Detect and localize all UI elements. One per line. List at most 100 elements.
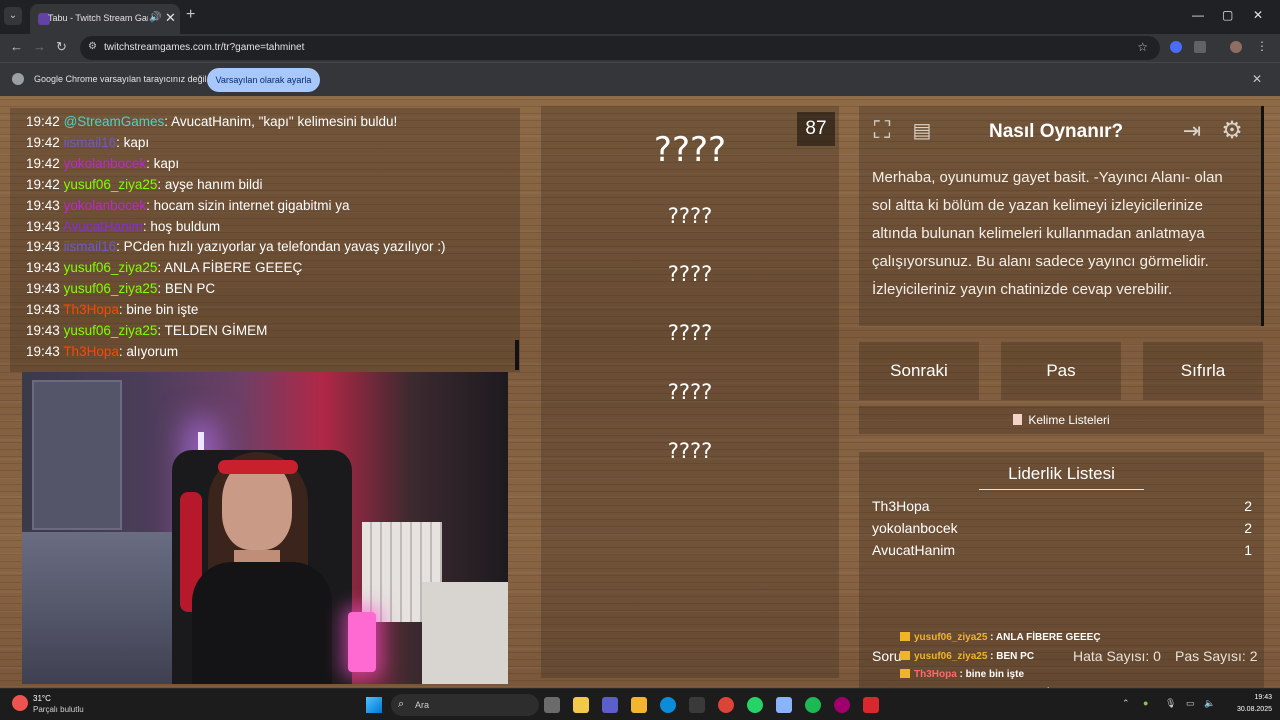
chat-message: 19:43 Th3Hopa: bine bin işte <box>26 302 198 317</box>
tray-chevron-icon[interactable]: ⌃ <box>1122 698 1130 709</box>
taboo-word: ???? <box>667 262 713 286</box>
app-icon[interactable] <box>863 697 879 713</box>
chat-username[interactable]: yusuf06_ziya25 <box>64 281 158 296</box>
chat-text: hoş buldum <box>150 218 221 234</box>
tab-search-button[interactable]: ⌄ <box>4 7 22 25</box>
clock-time[interactable]: 19:43 <box>1222 694 1272 701</box>
chat-time: 19:42 <box>26 114 60 129</box>
whatsapp-icon[interactable] <box>747 697 763 713</box>
chat-message: 19:42 yokolanbocek: kapı <box>26 156 179 171</box>
default-browser-infobar: Google Chrome varsayılan tarayıcınız değ… <box>0 62 1280 96</box>
chat-username[interactable]: yusuf06_ziya25 <box>64 177 158 192</box>
url-text[interactable]: twitchstreamgames.com.tr/tr?game=tahmine… <box>104 42 304 53</box>
chat-time: 19:43 <box>26 218 60 234</box>
tab-audio-icon[interactable]: 🔊 <box>149 12 161 23</box>
chat-separator: : <box>146 155 154 171</box>
chat-username[interactable]: Th3Hopa <box>63 344 119 359</box>
chat-time: 19:42 <box>26 176 60 192</box>
chat-text: kapı <box>123 134 150 150</box>
leaderboard-name: Th3Hopa <box>872 498 930 514</box>
copilot-icon[interactable] <box>573 697 589 713</box>
overlay-text: : bine bin işte <box>956 669 1025 680</box>
clock-date[interactable]: 30.08.2025 <box>1222 706 1272 713</box>
pass-button[interactable]: Pas <box>1001 342 1121 400</box>
address-bar[interactable]: ⚙ twitchstreamgames.com.tr/tr?game=tahmi… <box>80 36 1160 60</box>
weather-temp[interactable]: 31°C <box>33 694 51 703</box>
search-icon: ⌕ <box>398 698 405 710</box>
notes-icon[interactable]: ▤ <box>907 116 937 146</box>
chat-username[interactable]: @StreamGames <box>64 114 165 129</box>
taskbar-search[interactable]: ⌕ Ara <box>391 694 539 716</box>
chat-scrollbar[interactable] <box>515 340 519 370</box>
extension-icon[interactable] <box>1170 41 1182 53</box>
spotify-icon[interactable] <box>805 697 821 713</box>
chat-username[interactable]: Th3Hopa <box>63 302 119 317</box>
reset-button[interactable]: Sıfırla <box>1143 342 1263 400</box>
pass-count: Pas Sayısı: 2 <box>1175 648 1258 664</box>
profile-avatar[interactable] <box>1230 41 1242 53</box>
forward-button[interactable]: → <box>33 39 46 54</box>
new-tab-button[interactable]: + <box>186 6 195 24</box>
chat-message: 19:43 iismail16: PCden hızlı yazıyorlar … <box>26 239 446 254</box>
start-button[interactable] <box>366 697 382 713</box>
logout-icon[interactable]: ⇥ <box>1177 116 1207 146</box>
bookmark-star-icon[interactable]: ☆ <box>1137 40 1148 54</box>
chat-message: 19:43 Th3Hopa: alıyorum <box>26 344 178 359</box>
chat-username[interactable]: AvucatHanim <box>63 219 143 234</box>
overlay-text: : ANLA FİBERE GEEEÇ <box>987 632 1101 643</box>
settings-gear-icon[interactable]: ⚙ <box>1217 116 1247 146</box>
chat-username[interactable]: yusuf06_ziya25 <box>64 260 158 275</box>
teams-icon[interactable] <box>602 697 618 713</box>
back-button[interactable]: ← <box>10 39 23 54</box>
weather-icon[interactable] <box>12 695 28 711</box>
chat-username[interactable]: iismail16 <box>64 135 117 150</box>
minimize-button[interactable]: — <box>1192 8 1204 22</box>
set-default-button[interactable]: Varsayılan olarak ayarla <box>207 68 320 92</box>
word-lists-button[interactable]: Kelime Listeleri <box>859 406 1264 434</box>
badge-icon <box>900 632 910 641</box>
infobar-close-icon[interactable]: ✕ <box>1252 72 1262 86</box>
microphone-icon[interactable]: 🎙 <box>1165 698 1176 709</box>
overlay-chat-message: yusuf06_ziya25 : ANLA FİBERE GEEEÇ <box>900 632 1140 643</box>
browser-tab[interactable]: Tabu - Twitch Stream Games 🔊 ✕ <box>30 4 180 34</box>
chat-text: ANLA FİBERE GEEEÇ <box>164 260 303 276</box>
taboo-word: ???? <box>667 439 713 463</box>
search-placeholder: Ara <box>415 700 430 710</box>
task-view-icon[interactable] <box>544 697 560 713</box>
chrome-menu-icon[interactable]: ⋮ <box>1256 39 1268 53</box>
chat-username[interactable]: yokolanbocek <box>64 198 147 213</box>
chat-text: BEN PC <box>164 281 216 297</box>
chat-message: 19:43 yokolanbocek: hocam sizin internet… <box>26 198 349 213</box>
tray-app-icon[interactable]: ● <box>1143 698 1148 708</box>
weather-condition[interactable]: Parçalı bulutlu <box>33 705 84 714</box>
next-button[interactable]: Sonraki <box>859 342 979 400</box>
volume-icon[interactable]: 🔈 <box>1204 698 1215 709</box>
edge-icon[interactable] <box>660 697 676 713</box>
settings-icon[interactable] <box>776 697 792 713</box>
chat-message: 19:42 yusuf06_ziya25: ayşe hanım bildi <box>26 177 262 192</box>
store-icon[interactable] <box>689 697 705 713</box>
reload-button[interactable]: ↻ <box>56 39 67 55</box>
chrome-logo-icon <box>12 73 24 85</box>
chat-text: ayşe hanım bildi <box>164 176 263 192</box>
opera-icon[interactable] <box>834 697 850 713</box>
site-info-icon[interactable]: ⚙ <box>88 41 97 52</box>
chat-separator: : <box>146 197 154 213</box>
chat-username[interactable]: iismail16 <box>64 239 117 254</box>
fullscreen-icon[interactable]: ⛶ <box>867 116 897 146</box>
chat-time: 19:42 <box>26 155 60 171</box>
taboo-word: ???? <box>667 204 713 228</box>
file-explorer-icon[interactable] <box>631 697 647 713</box>
chat-username[interactable]: yusuf06_ziya25 <box>64 323 158 338</box>
maximize-button[interactable]: ▢ <box>1222 8 1233 22</box>
close-window-button[interactable]: ✕ <box>1253 8 1263 22</box>
tab-close-icon[interactable]: ✕ <box>165 10 176 26</box>
network-icon[interactable]: ▭ <box>1186 698 1195 709</box>
chrome-icon[interactable] <box>718 697 734 713</box>
chat-message: 19:43 yusuf06_ziya25: BEN PC <box>26 281 215 296</box>
chat-separator: : <box>116 134 124 150</box>
extensions-puzzle-icon[interactable] <box>1194 41 1206 53</box>
overlay-chat-message: yusuf06_ziya25 : BEN PC <box>900 650 1140 662</box>
chat-username[interactable]: yokolanbocek <box>64 156 147 171</box>
taboo-word: ???? <box>667 380 713 404</box>
